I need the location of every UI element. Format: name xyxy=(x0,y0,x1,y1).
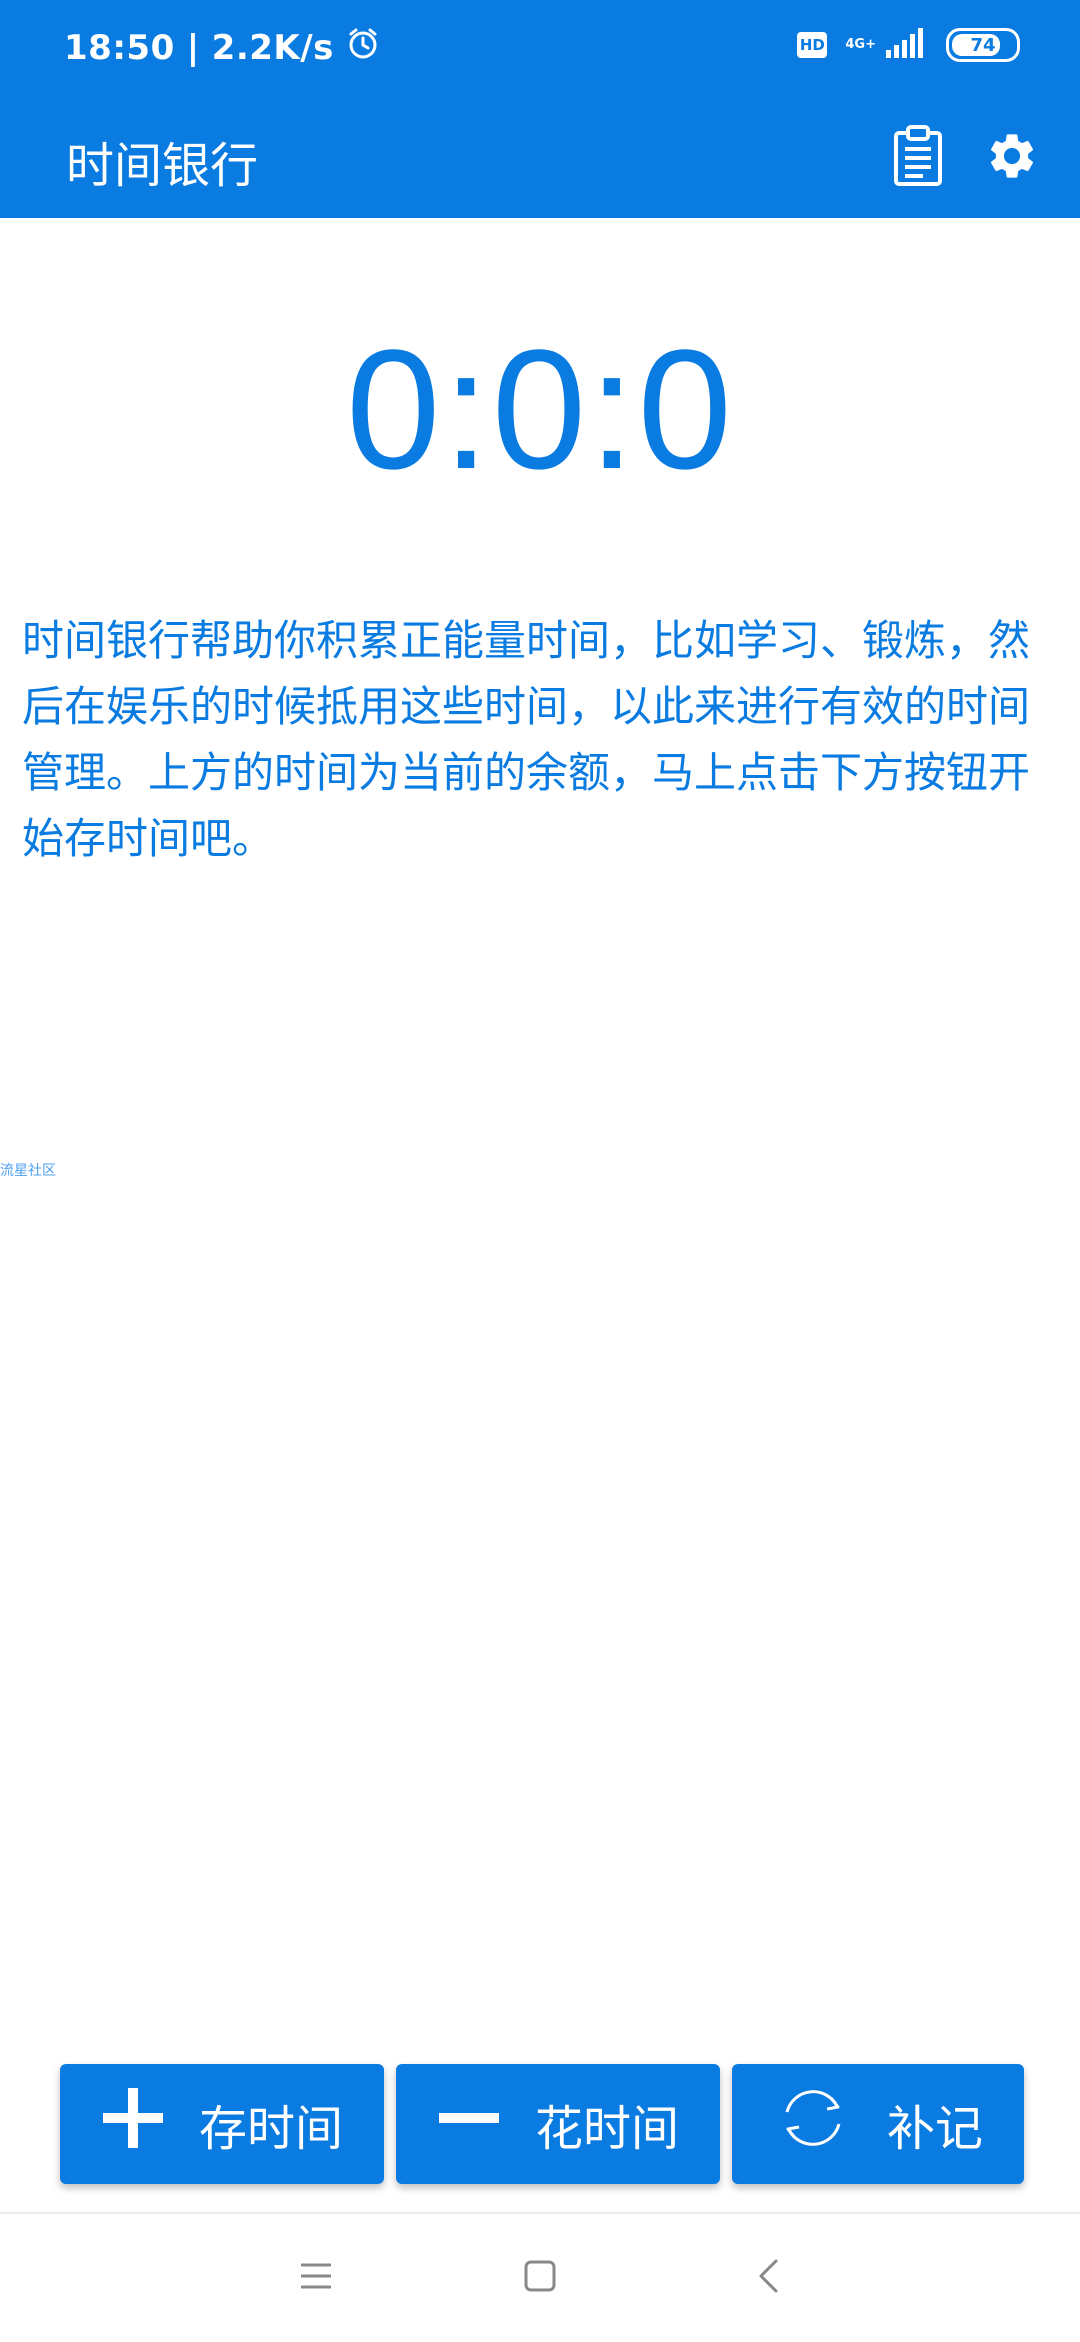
menu-icon xyxy=(299,2261,333,2295)
status-bar: 18:50 | 2.2K/s HD 4G+ 74 xyxy=(0,0,1080,100)
menu-nav-button[interactable] xyxy=(296,2258,336,2298)
action-bar: 存时间 花时间 补记 xyxy=(60,2064,1024,2184)
spend-time-button[interactable]: 花时间 xyxy=(396,2064,720,2184)
intro-description: 时间银行帮助你积累正能量时间，比如学习、锻炼，然后在娱乐的时候抵用这些时间，以此… xyxy=(22,616,1031,863)
deposit-time-label: 存时间 xyxy=(198,2101,343,2157)
app-actions xyxy=(886,116,1044,200)
app-bar: 时间银行 xyxy=(0,100,1080,218)
back-nav-button[interactable] xyxy=(748,2258,788,2298)
system-nav-bar xyxy=(0,2212,1080,2342)
status-time: 18:50 xyxy=(64,27,175,68)
makeup-record-button[interactable]: 补记 xyxy=(732,2064,1024,2184)
status-left: 18:50 | 2.2K/s xyxy=(64,26,380,69)
back-icon xyxy=(756,2258,780,2298)
home-icon xyxy=(523,2259,557,2297)
alarm-icon xyxy=(346,26,380,69)
battery-level: 74 xyxy=(970,34,996,56)
time-balance-display: 0:0:0 xyxy=(345,315,735,505)
sync-icon xyxy=(773,2078,853,2170)
status-separator: | xyxy=(186,27,200,68)
watermark-text: 流星社区 xyxy=(0,1163,56,1179)
home-nav-button[interactable] xyxy=(520,2258,560,2298)
spend-time-label: 花时间 xyxy=(534,2101,679,2157)
gear-icon xyxy=(985,129,1039,187)
battery-icon: 74 xyxy=(946,28,1020,62)
network-type-label: 4G+ xyxy=(845,37,876,52)
hd-badge: HD xyxy=(797,32,828,58)
makeup-record-label: 补记 xyxy=(886,2101,983,2157)
history-button[interactable] xyxy=(886,116,950,200)
plus-icon xyxy=(101,2086,165,2162)
status-net-speed: 2.2K/s xyxy=(211,27,334,68)
settings-button[interactable] xyxy=(980,116,1044,200)
clipboard-icon xyxy=(893,125,943,191)
status-right: HD 4G+ 74 xyxy=(797,28,1020,62)
minus-icon xyxy=(437,2086,501,2162)
app-title: 时间银行 xyxy=(66,138,259,194)
deposit-time-button[interactable]: 存时间 xyxy=(60,2064,384,2184)
signal-icon xyxy=(884,28,928,62)
